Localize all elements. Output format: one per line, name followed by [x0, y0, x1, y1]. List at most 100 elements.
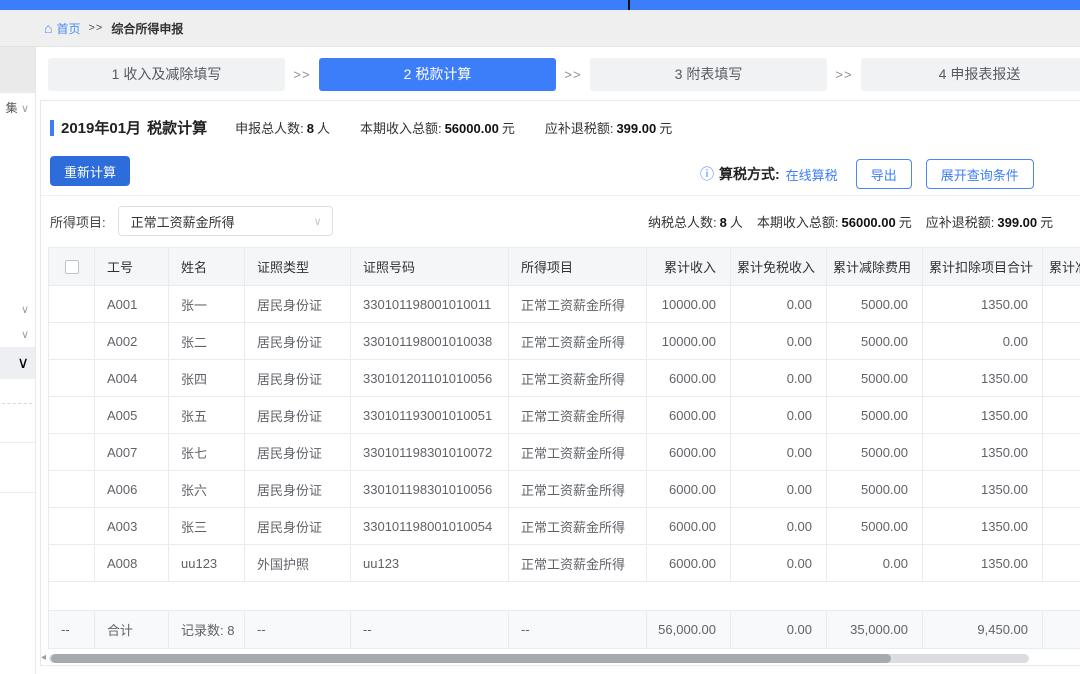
breadcrumb-current: 综合所得申报 — [111, 20, 183, 37]
cell-cum_donation — [1043, 323, 1080, 360]
income-item-select[interactable]: 正常工资薪金所得 ∨ — [118, 206, 333, 236]
cell-cum_income: 6000.00 — [647, 471, 731, 508]
stat-unit: 元 — [1040, 215, 1053, 230]
cell-cum_donation — [1043, 397, 1080, 434]
step-2-tax-calc[interactable]: 2 税款计算 — [319, 58, 556, 91]
home-icon: ⌂ — [44, 20, 52, 36]
step-separator: >> — [827, 67, 861, 82]
cell-cum_deduction_expense: 5000.00 — [827, 397, 923, 434]
cell-cum_deduction_expense: 5000.00 — [827, 434, 923, 471]
stat-value: 56000.00 — [842, 215, 896, 230]
cell-id_type: 居民身份证 — [245, 397, 351, 434]
toolbar-right: ⓘ 算税方式: 在线算税 导出 展开查询条件 — [700, 159, 1034, 189]
cell-cum_tax_free_income: 0.00 — [731, 286, 827, 323]
table-row[interactable]: A001张一居民身份证330101198001010011正常工资薪金所得100… — [49, 286, 1080, 323]
stat-period-income: 本期收入总额:56000.00元 — [360, 118, 515, 137]
cell-cum_deduction_items_total: 1350.00 — [923, 286, 1043, 323]
sidebar-divider — [0, 442, 35, 443]
stat-value: 56000.00 — [445, 121, 499, 136]
table-row[interactable]: A003张三居民身份证330101198001010054正常工资薪金所得600… — [49, 508, 1080, 545]
cell-select — [49, 434, 95, 471]
recalculate-button[interactable]: 重新计算 — [50, 156, 130, 186]
filter-row: 所得项目: 正常工资薪金所得 ∨ — [50, 205, 333, 237]
cell-cum_deduction_expense: 5000.00 — [827, 286, 923, 323]
table-row[interactable]: A006张六居民身份证330101198301010056正常工资薪金所得600… — [49, 471, 1080, 508]
wizard-steps: 1 收入及减除填写 >> 2 税款计算 >> 3 附表填写 >> 4 申报表报送 — [48, 58, 1080, 91]
stat-label: 应补退税额: — [926, 215, 995, 230]
column-header-cum_tax_free_income: 累计免税收入 — [731, 248, 827, 286]
horizontal-scrollbar-thumb[interactable] — [51, 654, 891, 663]
info-icon[interactable]: ⓘ — [700, 164, 714, 184]
column-header-name: 姓名 — [169, 248, 245, 286]
cell-select — [49, 397, 95, 434]
cell-cum_donation — [1043, 286, 1080, 323]
spacer-row — [49, 582, 1080, 611]
cell-cum_deduction_items_total: 0.00 — [923, 323, 1043, 360]
cell-cum_income: 6000.00 — [647, 434, 731, 471]
cell-cum_deduction_expense: 0.00 — [827, 545, 923, 582]
expand-query-button[interactable]: 展开查询条件 — [926, 159, 1034, 189]
total-cell-cum_deduction_items_total: 9,450.00 — [923, 611, 1043, 649]
stat-unit: 人 — [317, 121, 330, 136]
scroll-left-arrow-icon[interactable]: ◂ — [41, 652, 46, 663]
step-4-submit[interactable]: 4 申报表报送 — [861, 58, 1080, 91]
cell-cum_tax_free_income: 0.00 — [731, 397, 827, 434]
table-row[interactable]: A002张二居民身份证330101198001010038正常工资薪金所得100… — [49, 323, 1080, 360]
sidebar-dashed-divider — [2, 403, 32, 404]
chevron-down-icon: ∨ — [21, 304, 29, 316]
cell-id_type: 居民身份证 — [245, 286, 351, 323]
accent-bar — [50, 120, 54, 136]
cell-emp_no: A004 — [95, 360, 169, 397]
cell-cum_donation — [1043, 434, 1080, 471]
export-button[interactable]: 导出 — [856, 159, 912, 189]
filter-stats: 纳税总人数:8人 本期收入总额:56000.00元 应补退税额:399.00元 — [648, 205, 1067, 237]
cell-name: 张五 — [169, 397, 245, 434]
cell-emp_no: A005 — [95, 397, 169, 434]
table-row[interactable]: A008uu123外国护照uu123正常工资薪金所得6000.000.000.0… — [49, 545, 1080, 582]
tax-mode-value-link[interactable]: 在线算税 — [786, 165, 838, 184]
cell-id_type: 居民身份证 — [245, 434, 351, 471]
period-label: 2019年01月 — [61, 117, 141, 138]
cell-cum_deduction_expense: 5000.00 — [827, 323, 923, 360]
total-cell-cum_tax_free_income: 0.00 — [731, 611, 827, 649]
cell-emp_no: A001 — [95, 286, 169, 323]
total-cell-id_number: -- — [351, 611, 509, 649]
cell-select — [49, 286, 95, 323]
cell-cum_donation — [1043, 471, 1080, 508]
table-row[interactable]: A004张四居民身份证330101201101010056正常工资薪金所得600… — [49, 360, 1080, 397]
step-1-income[interactable]: 1 收入及减除填写 — [48, 58, 285, 91]
table-row[interactable]: A005张五居民身份证330101193001010051正常工资薪金所得600… — [49, 397, 1080, 434]
table-row[interactable]: A007张七居民身份证330101198301010072正常工资薪金所得600… — [49, 434, 1080, 471]
cell-id_number: 330101193001010051 — [351, 397, 509, 434]
cell-cum_donation — [1043, 508, 1080, 545]
sidebar-item-2[interactable]: ∨ — [0, 302, 35, 316]
cell-id_number: 330101198001010054 — [351, 508, 509, 545]
sidebar-item-3[interactable]: ∨ — [0, 327, 35, 341]
cell-name: 张四 — [169, 360, 245, 397]
collapsed-sidebar: 集 ∨ ∨ ∨ ∨ — [0, 47, 36, 674]
cell-cum_tax_free_income: 0.00 — [731, 434, 827, 471]
stat-label: 纳税总人数: — [648, 215, 717, 230]
column-header-cum_deduction_expense: 累计减除费用 — [827, 248, 923, 286]
cell-cum_deduction_items_total: 1350.00 — [923, 434, 1043, 471]
stat-unit: 元 — [659, 121, 672, 136]
stat-value: 399.00 — [616, 121, 656, 136]
cell-cum_deduction_expense: 5000.00 — [827, 360, 923, 397]
stat-unit: 元 — [502, 121, 515, 136]
cell-cum_tax_free_income: 0.00 — [731, 323, 827, 360]
chevron-down-icon: ∨ — [21, 103, 29, 115]
income-item-selected-value: 正常工资薪金所得 — [131, 212, 235, 231]
select-all-checkbox[interactable] — [65, 260, 79, 274]
total-cell-id_type: -- — [245, 611, 351, 649]
spacer-cell — [49, 582, 1080, 611]
sidebar-item-collapsed[interactable]: 集 ∨ — [0, 99, 35, 116]
horizontal-scrollbar-track[interactable] — [49, 654, 1029, 663]
column-header-emp_no: 工号 — [95, 248, 169, 286]
column-header-cum_deduction_items_total: 累计扣除项目合计 — [923, 248, 1043, 286]
breadcrumb-home-link[interactable]: 首页 — [56, 20, 80, 37]
cell-income_item: 正常工资薪金所得 — [509, 471, 647, 508]
stat-value: 399.00 — [997, 215, 1037, 230]
sidebar-item-selected[interactable]: ∨ — [0, 347, 35, 379]
step-3-schedules[interactable]: 3 附表填写 — [590, 58, 827, 91]
cell-cum_deduction_items_total: 1350.00 — [923, 471, 1043, 508]
